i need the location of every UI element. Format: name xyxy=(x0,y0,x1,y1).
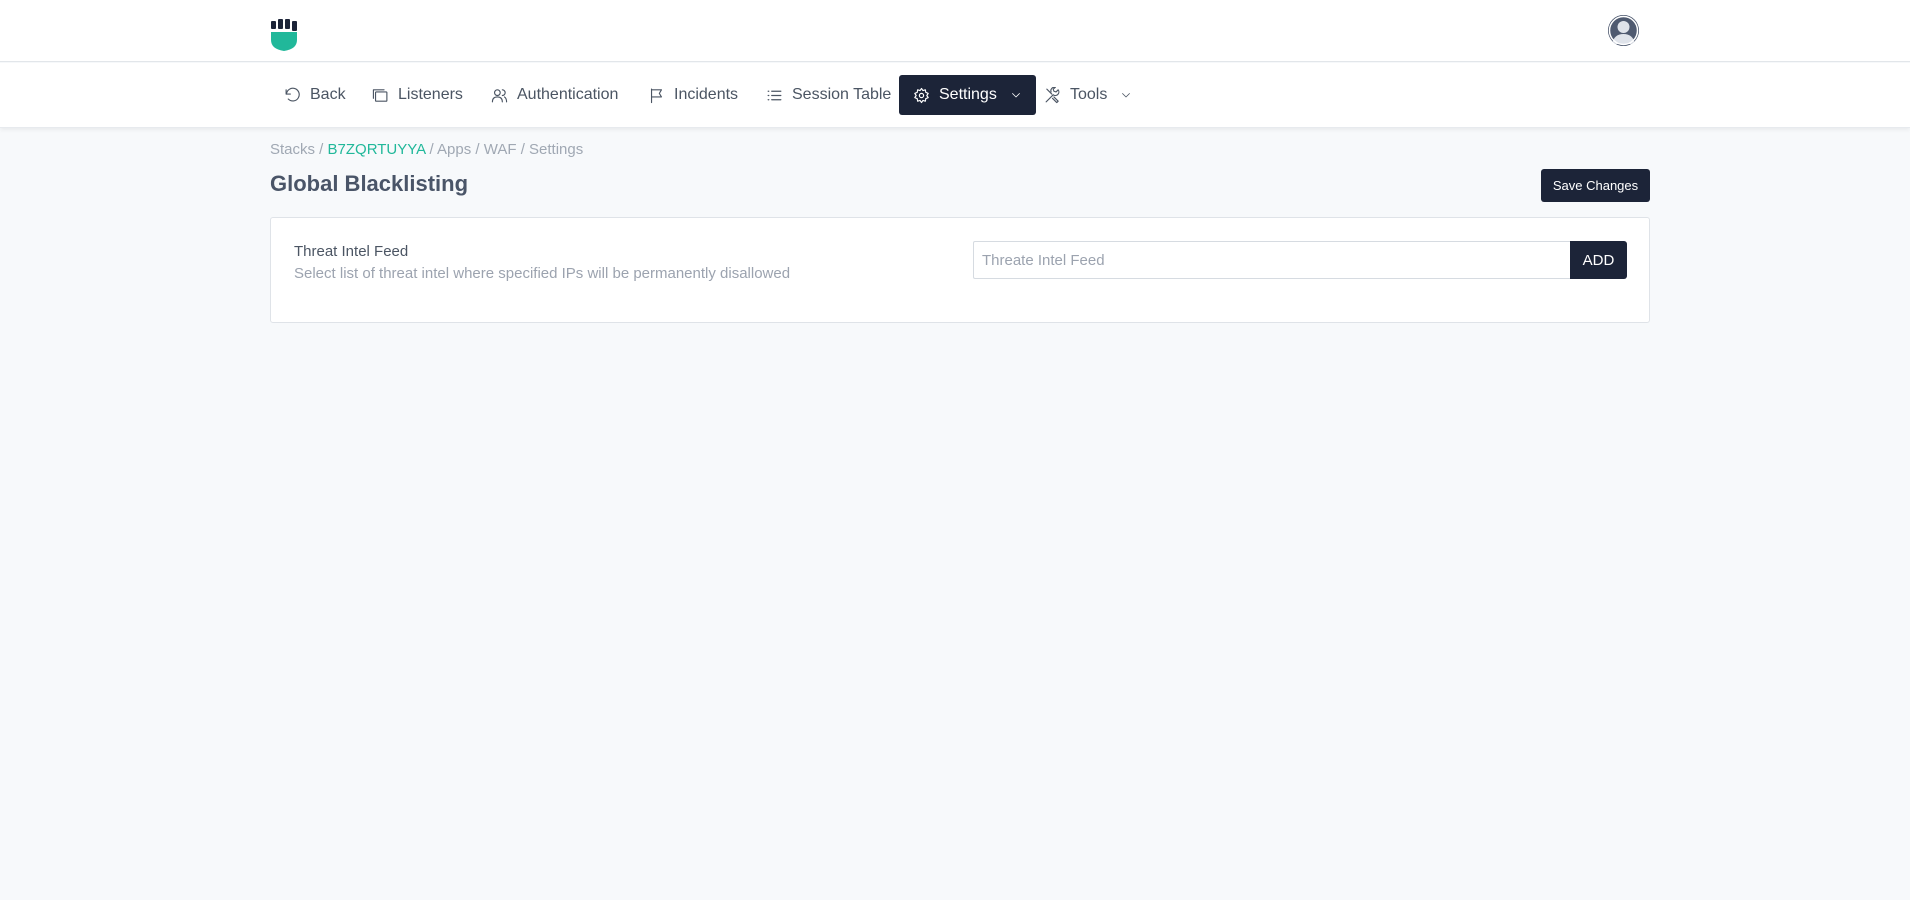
breadcrumb-separator: / xyxy=(516,141,530,158)
threat-intel-card: Threat Intel Feed Select list of threat … xyxy=(270,217,1650,323)
breadcrumb-settings: Settings xyxy=(529,141,584,158)
nav-item-label: Back xyxy=(310,86,346,103)
nav-item-label: Session Table xyxy=(792,86,892,103)
chevron-down-icon xyxy=(1122,93,1131,98)
flag-icon xyxy=(650,88,663,103)
nav-item-label: Listeners xyxy=(398,86,463,103)
nav-item-label: Tools xyxy=(1070,86,1108,103)
breadcrumb: Stacks / B7ZQRTUYYA / Apps / WAF / Setti… xyxy=(270,141,583,158)
breadcrumb-apps[interactable]: Apps xyxy=(437,141,471,158)
save-changes-button[interactable]: Save Changes xyxy=(1541,169,1650,202)
tools-icon xyxy=(1045,86,1060,103)
undo-icon xyxy=(285,87,300,101)
nav-item-tools[interactable]: Tools xyxy=(1030,75,1146,115)
threat-intel-title: Threat Intel Feed xyxy=(294,243,409,260)
nav-item-label: Incidents xyxy=(674,86,739,103)
nav-item-authentication[interactable]: Authentication xyxy=(477,75,632,115)
windows-icon xyxy=(372,88,388,102)
page-title: Global Blacklisting xyxy=(270,171,469,196)
breadcrumb-stacks[interactable]: Stacks xyxy=(270,141,315,158)
main-nav: Back Listeners Authentication Incidents … xyxy=(0,63,1910,128)
breadcrumb-stack-id[interactable]: B7ZQRTUYYA xyxy=(328,141,426,158)
nav-item-label: Settings xyxy=(939,86,997,103)
top-bar xyxy=(0,0,1910,62)
nav-item-back[interactable]: Back xyxy=(270,75,360,115)
nav-item-settings[interactable]: Settings xyxy=(899,75,1036,115)
breadcrumb-separator: / xyxy=(471,141,484,158)
nav-item-session-table[interactable]: Session Table xyxy=(752,75,905,115)
user-avatar-icon[interactable] xyxy=(1608,15,1639,46)
threat-intel-feed-input[interactable] xyxy=(973,241,1571,279)
nav-item-listeners[interactable]: Listeners xyxy=(358,75,477,115)
breadcrumb-separator: / xyxy=(425,141,438,158)
add-feed-button[interactable]: ADD xyxy=(1570,241,1627,279)
gear-icon xyxy=(914,87,929,103)
nav-item-label: Authentication xyxy=(517,86,619,103)
breadcrumb-waf[interactable]: WAF xyxy=(484,141,517,158)
breadcrumb-separator: / xyxy=(315,141,328,158)
users-icon xyxy=(491,88,508,102)
threat-intel-description: Select list of threat intel where specif… xyxy=(294,265,791,282)
shield-fist-logo-icon[interactable] xyxy=(270,19,298,51)
nav-item-incidents[interactable]: Incidents xyxy=(634,75,752,115)
chevron-down-icon xyxy=(1011,93,1020,98)
list-icon xyxy=(767,90,782,100)
